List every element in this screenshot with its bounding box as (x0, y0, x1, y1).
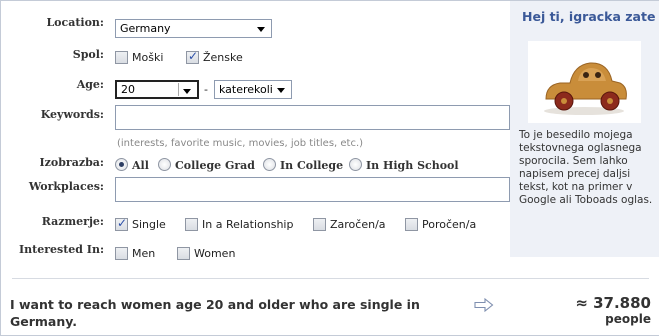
interested-in-women-checkbox[interactable] (177, 247, 190, 260)
wooden-toy-car-icon (544, 62, 627, 115)
audience-count-number: ≈ 37.880 (575, 294, 651, 312)
relationship-married-label: Poročen/a (422, 218, 477, 231)
audience-count: ≈ 37.880 people (575, 294, 651, 327)
interested-in-men-checkbox[interactable] (115, 247, 128, 260)
education-college-grad-label: College Grad (175, 159, 255, 172)
audience-summary: I want to reach women age 20 and older w… (10, 297, 420, 329)
age-separator: - (204, 83, 208, 96)
section-divider (12, 278, 649, 279)
select-divider (178, 83, 179, 96)
relationship-single-checkbox[interactable] (115, 216, 128, 231)
relationship-engaged-checkbox[interactable] (313, 218, 326, 231)
education-high-school-label: In High School (366, 159, 459, 172)
gender-female-checkbox[interactable] (186, 49, 199, 64)
age-from-select[interactable]: 20 (115, 80, 199, 99)
location-select[interactable]: Germany (115, 19, 272, 38)
age-label: Age: (76, 78, 104, 91)
education-in-college-label: In College (280, 159, 344, 172)
arrow-right-icon (474, 298, 494, 312)
gender-male-label: Moški (132, 51, 164, 64)
gender-label: Spol: (72, 48, 104, 61)
relationship-in-relationship-checkbox[interactable] (185, 218, 198, 231)
interested-in-men-label: Men (132, 247, 156, 260)
audience-count-unit: people (605, 312, 651, 326)
age-to-value: katerekoli (219, 83, 273, 96)
ad-preview: Hej ti, igracka zate To je besedilo moje… (510, 1, 659, 257)
education-high-school-radio[interactable] (349, 158, 362, 171)
workplaces-label: Workplaces: (28, 180, 104, 193)
age-from-value: 20 (121, 83, 135, 96)
interested-in-women-label: Women (194, 247, 236, 260)
keywords-label: Keywords: (40, 108, 104, 121)
relationship-in-relationship-label: In a Relationship (202, 218, 294, 231)
location-value: Germany (120, 22, 171, 35)
location-label: Location: (46, 16, 104, 29)
interested-in-label: Interested In: (18, 243, 104, 256)
ad-body-text: To je besedilo mojega tekstovnega oglasn… (519, 129, 653, 206)
chevron-down-icon (277, 88, 285, 93)
relationship-engaged-label: Zaročen/a (330, 218, 386, 231)
chevron-down-icon (183, 89, 191, 94)
education-college-grad-radio[interactable] (158, 158, 171, 171)
ad-title[interactable]: Hej ti, igracka zate (522, 9, 655, 24)
relationship-married-checkbox[interactable] (405, 218, 418, 231)
gender-male-checkbox[interactable] (115, 51, 128, 64)
keywords-input[interactable] (115, 105, 510, 130)
workplaces-input[interactable] (115, 177, 510, 202)
education-label: Izobrazba: (39, 156, 104, 169)
education-in-college-radio[interactable] (263, 158, 276, 171)
age-to-select[interactable]: katerekoli (214, 80, 292, 99)
gender-female-label: Ženske (203, 51, 243, 64)
relationship-single-label: Single (132, 218, 166, 231)
chevron-down-icon (257, 27, 265, 32)
education-all-radio[interactable] (115, 158, 128, 171)
education-all-label: All (132, 159, 149, 172)
ad-image[interactable] (528, 41, 641, 123)
keywords-hint: (interests, favorite music, movies, job … (117, 138, 364, 149)
relationship-label: Razmerje: (41, 215, 104, 228)
